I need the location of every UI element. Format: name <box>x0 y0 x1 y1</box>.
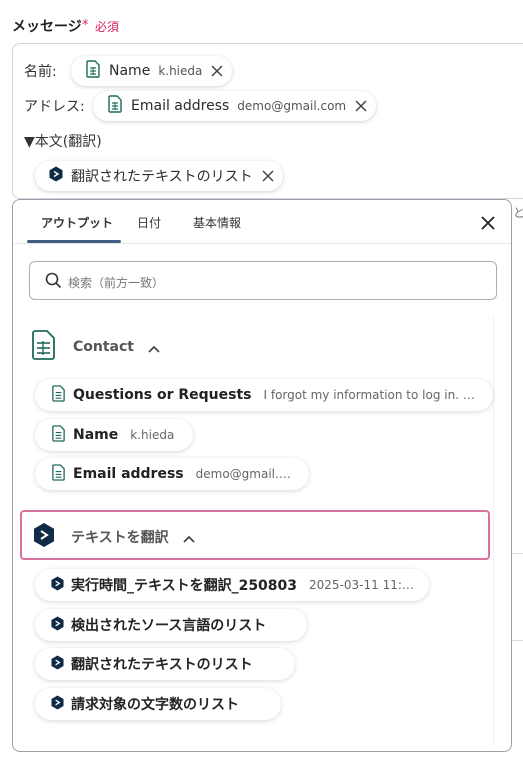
close-icon[interactable] <box>479 214 497 232</box>
item-name: Name <box>73 427 119 443</box>
body-row-label: ▼本文(翻訳) <box>24 134 102 150</box>
list-item[interactable]: 翻訳されたテキストのリスト <box>35 648 295 680</box>
list-item[interactable]: Questions or Requests I forgot my inform… <box>35 379 493 411</box>
group-header-contact[interactable]: Contact <box>31 330 160 364</box>
sheets-icon <box>31 330 57 364</box>
tab-basic-info[interactable]: 基本情報 <box>193 214 241 231</box>
list-item[interactable]: 検出されたソース言語のリスト <box>35 609 307 641</box>
output-picker-panel: アウトプット 日付 基本情報 検索（前方一致） Contact Question… <box>12 199 512 752</box>
list-item[interactable]: 請求対象の文字数のリスト <box>35 688 281 720</box>
remove-token-icon[interactable] <box>210 64 224 78</box>
side-text: と <box>513 206 523 220</box>
group-name: Contact <box>73 339 134 355</box>
name-row-label: 名前: <box>24 64 57 80</box>
required-star: * <box>82 18 89 33</box>
token-name: 翻訳されたテキストのリスト <box>71 169 253 185</box>
list-item[interactable]: Name k.hieda <box>35 419 193 451</box>
deepl-icon <box>49 166 63 186</box>
chevron-up-icon[interactable] <box>148 338 160 357</box>
deepl-icon <box>51 655 64 674</box>
scrollbar[interactable] <box>493 316 509 746</box>
message-label: メッセージ <box>12 19 82 35</box>
token-value: demo@gmail.com <box>237 99 347 113</box>
item-name: 検出されたソース言語のリスト <box>71 618 267 634</box>
item-name: 実行時間_テキストを翻訳_250803 <box>71 578 298 594</box>
sheets-icon <box>107 95 123 117</box>
address-row-label: アドレス: <box>24 99 85 115</box>
tab-bar: アウトプット 日付 基本情報 <box>13 200 511 244</box>
item-value: demo@gmail.com <box>195 467 295 481</box>
search-icon <box>45 272 62 293</box>
item-name: Email address <box>73 466 184 482</box>
deepl-icon <box>33 522 55 552</box>
item-value: 2025-03-11 11:06 <box>309 578 415 592</box>
sheets-icon <box>85 60 101 82</box>
chevron-up-icon[interactable] <box>182 528 195 547</box>
item-value: k.hieda <box>130 428 175 442</box>
sheets-icon <box>51 424 66 446</box>
message-editor[interactable]: 名前: Name k.hieda アドレス: Email address dem… <box>12 43 523 199</box>
group-header-translate[interactable]: テキストを翻訳 <box>33 522 195 552</box>
deepl-icon <box>51 695 64 714</box>
list-item[interactable]: 実行時間_テキストを翻訳_250803 2025-03-11 11:06 <box>35 569 429 601</box>
item-value: I forgot my information to log in. How .… <box>263 388 480 402</box>
sheets-icon <box>51 384 66 406</box>
required-text: 必須 <box>95 20 120 34</box>
divider <box>512 553 523 554</box>
deepl-icon <box>51 616 64 635</box>
item-name: 請求対象の文字数のリスト <box>71 697 239 713</box>
token-name: Email address <box>131 98 230 114</box>
deepl-icon <box>51 576 64 595</box>
email-token[interactable]: Email address demo@gmail.com <box>93 91 377 121</box>
token-value: k.hieda <box>158 64 203 78</box>
item-name: 翻訳されたテキストのリスト <box>71 657 253 673</box>
item-name: Questions or Requests <box>73 387 252 403</box>
group-name: テキストを翻訳 <box>71 530 169 546</box>
search-input[interactable]: 検索（前方一致） <box>29 261 497 300</box>
tab-output[interactable]: アウトプット <box>41 214 113 231</box>
name-token[interactable]: Name k.hieda <box>71 56 233 86</box>
translated-text-token[interactable]: 翻訳されたテキストのリスト <box>35 161 283 191</box>
remove-token-icon[interactable] <box>354 99 368 113</box>
remove-token-icon[interactable] <box>261 169 275 183</box>
list-item[interactable]: Email address demo@gmail.com <box>35 458 309 490</box>
divider <box>512 640 523 641</box>
search-placeholder: 検索（前方一致） <box>68 276 165 290</box>
token-name: Name <box>109 63 151 79</box>
active-tab-indicator <box>27 240 121 243</box>
sheets-icon <box>51 463 66 485</box>
tab-date[interactable]: 日付 <box>137 214 161 231</box>
